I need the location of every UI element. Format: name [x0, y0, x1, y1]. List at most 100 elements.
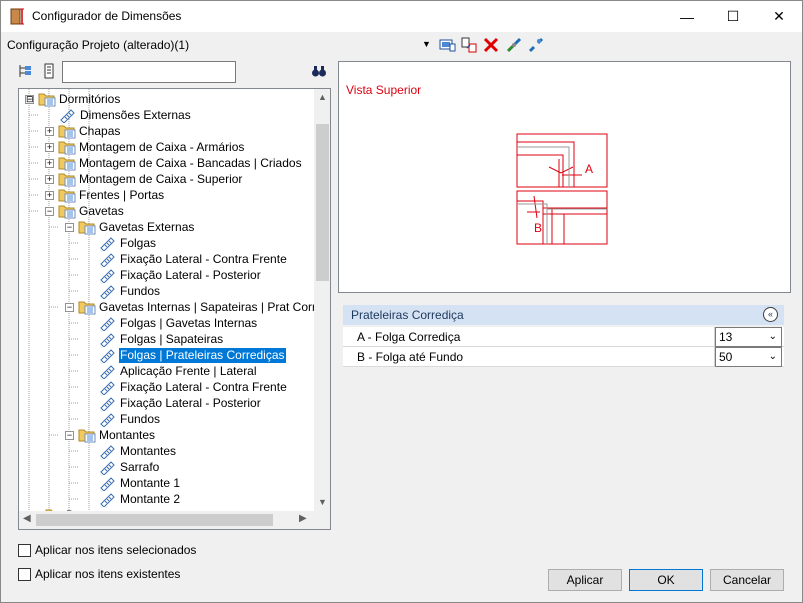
- scroll-down-icon[interactable]: ▼: [318, 497, 327, 507]
- tree-item-montagem-de-caixa-bancadas-criados[interactable]: + Montagem de Caixa - Bancadas | Criados: [45, 155, 303, 171]
- tree-hscroll-thumb[interactable]: [36, 514, 273, 526]
- collapse-icon[interactable]: −: [65, 430, 74, 440]
- tree-item-fixacao-lateral-posterior[interactable]: Fixação Lateral - Posterior: [99, 267, 262, 284]
- tree-item-fundos[interactable]: Fundos: [99, 283, 161, 300]
- scroll-up-icon[interactable]: ▲: [318, 92, 327, 102]
- expand-icon[interactable]: +: [45, 158, 54, 168]
- folga-corredica-value: 13: [719, 330, 733, 344]
- chevron-down-icon[interactable]: ⌄: [769, 331, 777, 342]
- tree-item-montantes[interactable]: Montantes: [99, 443, 177, 460]
- scroll-left-icon[interactable]: ◀: [23, 513, 31, 524]
- tree-item-dimensoes-externas[interactable]: Dimensões Externas: [59, 107, 192, 124]
- dimension-icon: [99, 363, 117, 380]
- tree-item-montantes[interactable]: − Montantes: [65, 427, 156, 443]
- tree-item-sarrafo[interactable]: Sarrafo: [99, 459, 160, 476]
- collapse-icon[interactable]: «: [763, 307, 778, 322]
- apply-button[interactable]: Aplicar: [548, 569, 622, 591]
- property-section-header[interactable]: Prateleiras Corrediça «: [343, 305, 784, 325]
- monitor-icon[interactable]: [438, 36, 456, 54]
- dimension-icon: [99, 267, 117, 284]
- folder-icon: [58, 155, 76, 171]
- dimension-icon: [99, 443, 117, 460]
- tree-item-label: Gavetas: [79, 203, 124, 218]
- tree-item-chapas[interactable]: + Chapas: [45, 123, 121, 139]
- disconnect-icon[interactable]: [527, 36, 545, 54]
- tree-search-input[interactable]: [62, 61, 236, 83]
- connect-icon[interactable]: [505, 36, 523, 54]
- minimize-button[interactable]: —: [664, 1, 710, 32]
- tree-item-fixacao-lateral-contra-frente[interactable]: Fixação Lateral - Contra Frente: [99, 379, 288, 396]
- dialog-window: Configurador de Dimensões — ☐ ✕ Configur…: [0, 0, 803, 603]
- tree-item-label: Fixação Lateral - Contra Frente: [120, 379, 287, 394]
- expand-icon[interactable]: +: [45, 190, 54, 200]
- tree-item-folgas-prateleiras-corredicas[interactable]: Folgas | Prateleiras Corrediças: [99, 346, 287, 364]
- folder-icon: [78, 219, 96, 235]
- tree-item-folgas-gavetas-internas[interactable]: Folgas | Gavetas Internas: [99, 315, 258, 332]
- tree-item-gavetas[interactable]: − Gavetas: [45, 203, 125, 219]
- tree-item-label: Fixação Lateral - Posterior: [120, 395, 261, 410]
- tree-item-frentes-portas[interactable]: + Frentes | Portas: [45, 187, 165, 203]
- collapse-icon[interactable]: −: [65, 222, 74, 232]
- tree-item-label: Montantes: [99, 427, 156, 442]
- binoculars-icon[interactable]: [311, 63, 327, 79]
- collapse-icon[interactable]: −: [45, 206, 54, 216]
- apply-selected-checkbox[interactable]: [18, 543, 31, 557]
- tree-item-fundos[interactable]: Fundos: [99, 411, 161, 428]
- apply-selected-option[interactable]: Aplicar nos itens selecionados: [18, 543, 196, 557]
- tree-item-fixacao-lateral-posterior[interactable]: Fixação Lateral - Posterior: [99, 395, 262, 412]
- tree-collapse-icon[interactable]: [17, 63, 33, 79]
- property-row-folga-corredica: A - Folga Corrediça 13 ⌄: [343, 327, 784, 347]
- tree-item-montante-1[interactable]: Montante 1: [99, 475, 181, 492]
- dimension-icon: [99, 251, 117, 268]
- configuration-dropdown[interactable]: ▼: [422, 39, 431, 49]
- dimension-icon: [99, 315, 117, 332]
- scroll-right-icon[interactable]: ▶: [299, 513, 307, 524]
- tree-item-fixacao-lateral-contra-frente[interactable]: Fixação Lateral - Contra Frente: [99, 251, 288, 268]
- tree-item-gavetas-internas-sapateiras-prat-corre[interactable]: − Gavetas Internas | Sapateiras | Prat Co…: [65, 299, 314, 315]
- chevron-down-icon[interactable]: ⌄: [769, 351, 777, 362]
- tree-expand-icon[interactable]: [41, 63, 57, 79]
- ok-button[interactable]: OK: [629, 569, 703, 591]
- expand-icon[interactable]: +: [45, 174, 54, 184]
- apply-existing-checkbox[interactable]: [18, 567, 31, 581]
- tree-item-aplicacao-frente-lateral[interactable]: Aplicação Frente | Lateral: [99, 363, 258, 380]
- apply-existing-label: Aplicar nos itens existentes: [35, 567, 181, 581]
- tree-vertical-scrollbar[interactable]: ▲ ▼: [314, 89, 330, 511]
- tree-vscroll-thumb[interactable]: [316, 124, 329, 281]
- tree-item-folgas[interactable]: Folgas: [99, 235, 157, 252]
- folga-corredica-combo[interactable]: 13 ⌄: [715, 327, 782, 347]
- tree-item-dormitorios[interactable]: ⊟ Dormitórios: [25, 91, 121, 107]
- cancel-button[interactable]: Cancelar: [710, 569, 784, 591]
- apply-existing-option[interactable]: Aplicar nos itens existentes: [18, 567, 180, 581]
- delete-icon[interactable]: [482, 36, 500, 54]
- app-icon: [10, 8, 24, 25]
- folder-icon: [78, 427, 96, 443]
- preview-panel: Vista Superior A B: [338, 61, 791, 293]
- folder-icon: [58, 171, 76, 187]
- tree-item-label: Montantes: [120, 443, 177, 458]
- folga-fundo-combo[interactable]: 50 ⌄: [715, 347, 782, 367]
- collapse-icon[interactable]: ⊟: [25, 94, 34, 104]
- folder-icon: [58, 139, 76, 155]
- tree-item-montagem-de-caixa-armarios[interactable]: + Montagem de Caixa - Armários: [45, 139, 245, 155]
- tree-horizontal-scrollbar[interactable]: ◀ ▶: [19, 511, 314, 529]
- tree-item-label: Folgas: [120, 235, 157, 250]
- window-title: Configurador de Dimensões: [32, 9, 182, 23]
- tree-item-montagem-de-caixa-superior[interactable]: + Montagem de Caixa - Superior: [45, 171, 243, 187]
- label-a: A: [585, 162, 593, 176]
- expand-icon[interactable]: +: [45, 142, 54, 152]
- expand-icon[interactable]: +: [45, 126, 54, 136]
- close-button[interactable]: ✕: [756, 1, 802, 32]
- dimension-tree[interactable]: ⊟ Dormitórios Dimensões Externas + Chapas + Mo…: [18, 88, 331, 530]
- dimension-icon: [99, 379, 117, 396]
- folder-icon: [78, 299, 96, 315]
- tree-item-gavetas-externas[interactable]: − Gavetas Externas: [65, 219, 195, 235]
- tree-item-folgas-sapateiras[interactable]: Folgas | Sapateiras: [99, 331, 224, 348]
- top-view-drawing: A B: [516, 133, 608, 245]
- apply-selected-label: Aplicar nos itens selecionados: [35, 543, 197, 557]
- export-icon[interactable]: [460, 36, 478, 54]
- collapse-icon[interactable]: −: [65, 302, 74, 312]
- maximize-button[interactable]: ☐: [710, 1, 756, 32]
- folder-icon: [58, 203, 76, 219]
- tree-item-montante-2[interactable]: Montante 2: [99, 491, 181, 508]
